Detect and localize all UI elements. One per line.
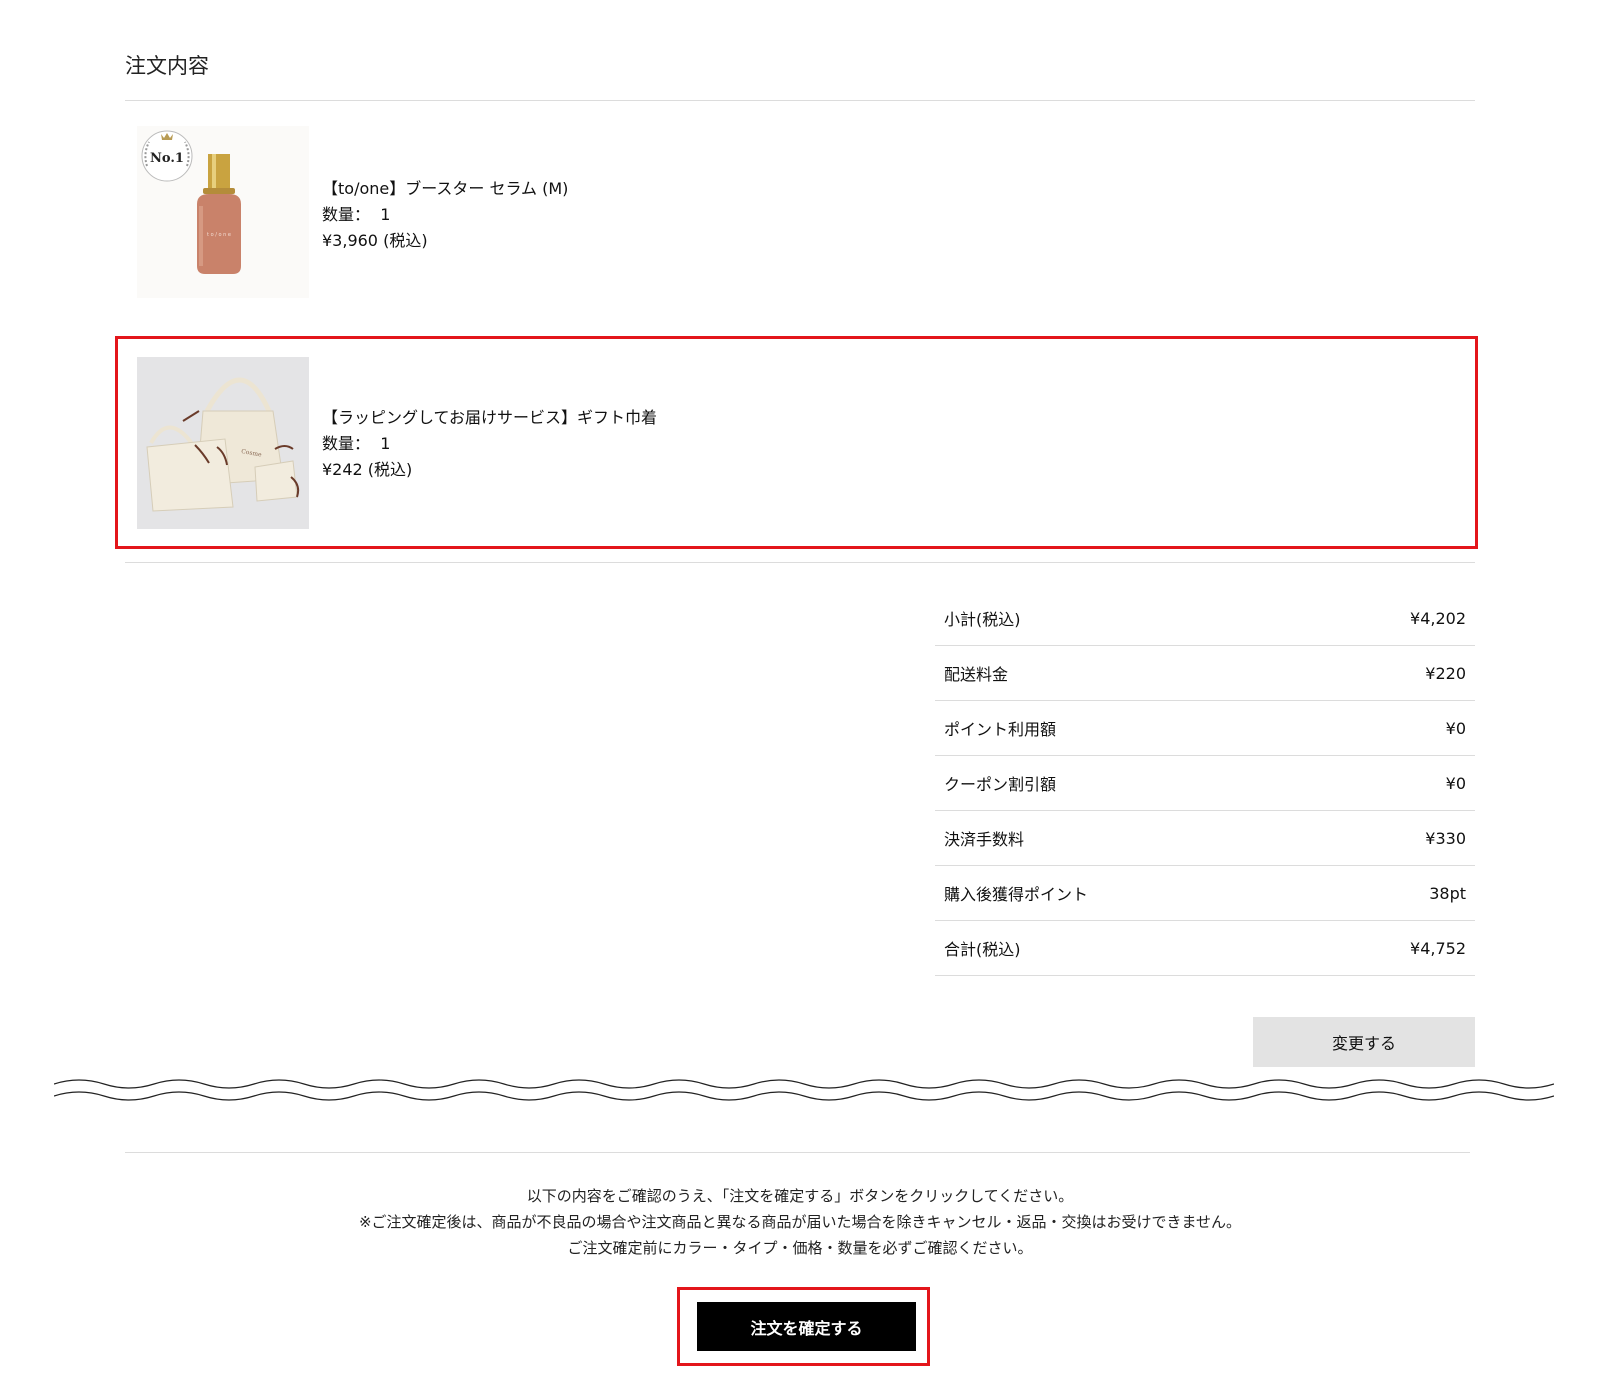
item-details: 【to/one】ブースター セラム (M) 数量： 1 ¥3,960 (税込): [322, 176, 568, 254]
serum-bottle-product-image[interactable]: No.1 t o / o n e: [137, 126, 309, 298]
confirm-order-button[interactable]: 注文を確定する: [697, 1302, 916, 1351]
divider: [125, 562, 1475, 563]
summary-row-total: 合計(税込) ¥4,752: [935, 921, 1475, 976]
svg-text:t o / o n e: t o / o n e: [207, 232, 231, 238]
summary-row-payment-fee: 決済手数料 ¥330: [935, 811, 1475, 866]
item-name: 【ラッピングしてお届けサービス】ギフト巾着: [322, 408, 658, 427]
item-name: 【to/one】ブースター セラム (M): [322, 179, 569, 198]
divider: [125, 100, 1475, 101]
notice-line: ご注文確定前にカラー・タイプ・価格・数量を必ずご確認ください。: [567, 1239, 1033, 1257]
divider: [125, 1152, 1470, 1153]
order-item: Cosme 【ラッピングしてお届けサービス】ギフト巾着 数量： 1 ¥242 (…: [125, 357, 1475, 529]
change-button[interactable]: 変更する: [1253, 1017, 1475, 1067]
summary-row-earned-points: 購入後獲得ポイント 38pt: [935, 866, 1475, 921]
notice-line: 以下の内容をご確認のうえ、「注文を確定する」ボタンをクリックしてください。: [526, 1187, 1074, 1205]
gift-pouch-product-image[interactable]: Cosme: [137, 357, 309, 529]
item-quantity: 数量： 1: [322, 205, 391, 224]
wavy-divider: [54, 1079, 1554, 1101]
order-section-title: 注文内容: [125, 54, 209, 78]
summary-row-subtotal: 小計(税込) ¥4,202: [935, 591, 1475, 646]
summary-row-coupon: クーポン割引額 ¥0: [935, 756, 1475, 811]
price-summary: 小計(税込) ¥4,202 配送料金 ¥220 ポイント利用額 ¥0 クーポン割引額 ¥…: [935, 591, 1475, 976]
summary-row-shipping: 配送料金 ¥220: [935, 646, 1475, 701]
item-price: ¥3,960 (税込): [322, 231, 428, 250]
award-badge-icon: No.1: [141, 130, 193, 182]
order-item: No.1 t o / o n e 【to/one】ブースター セラム (M) 数…: [125, 126, 1475, 301]
confirmation-notice: 以下の内容をご確認のうえ、「注文を確定する」ボタンをクリックしてください。 ※ご…: [0, 1183, 1600, 1261]
item-details: 【ラッピングしてお届けサービス】ギフト巾着 数量： 1 ¥242 (税込): [322, 405, 657, 483]
svg-text:No.1: No.1: [150, 151, 184, 166]
summary-row-points-used: ポイント利用額 ¥0: [935, 701, 1475, 756]
item-price: ¥242 (税込): [322, 460, 413, 479]
item-quantity: 数量： 1: [322, 434, 391, 453]
notice-line: ※ご注文確定後は、商品が不良品の場合や注文商品と異なる商品が届いた場合を除きキャ…: [358, 1213, 1242, 1231]
